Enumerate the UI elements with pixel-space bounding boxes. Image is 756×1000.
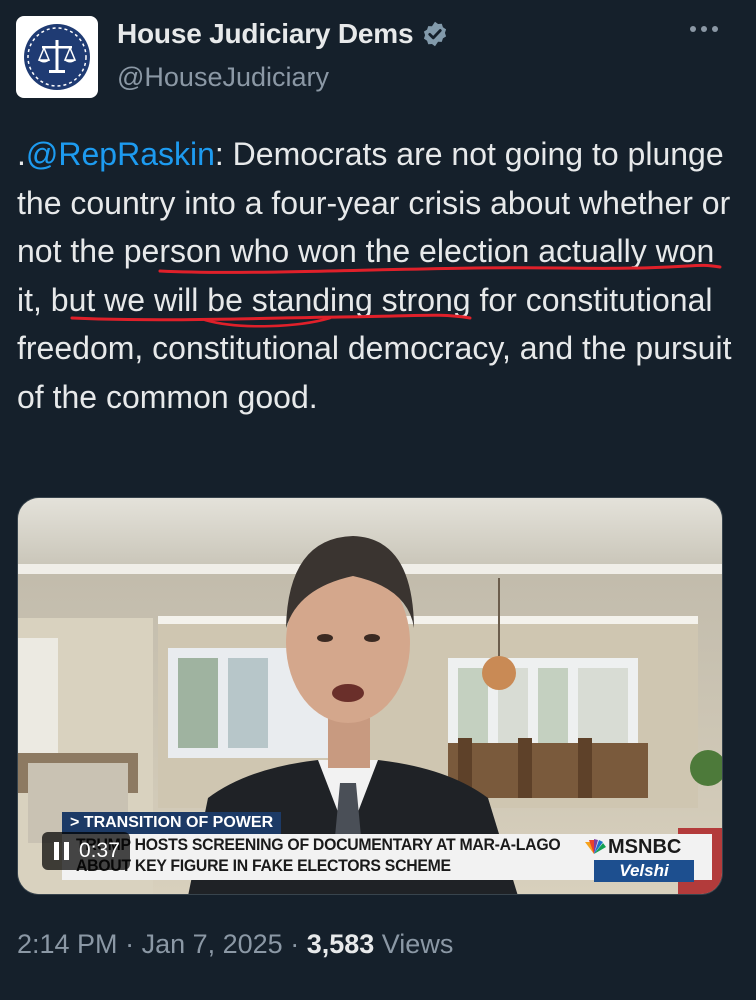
headline-line-2: ABOUT KEY FIGURE IN FAKE ELECTORS SCHEME [76,856,451,875]
tweet-text-part2: the [356,233,420,269]
account-handle[interactable]: @HouseJudiciary [117,62,329,93]
tweet-meta: 2:14 PM · Jan 7, 2025 · 3,583 Views [17,929,454,959]
pause-icon[interactable] [54,842,69,860]
show-name: Velshi [594,860,694,882]
lower-third-tag: > TRANSITION OF POWER [62,812,282,834]
peacock-icon [585,839,606,854]
display-name[interactable]: House Judiciary Dems [117,18,414,50]
more-options-icon[interactable] [690,26,718,32]
video-timer[interactable]: 0:37 [42,832,130,870]
tweet-text: .@RepRaskin: Democrats are not going to … [17,130,742,421]
tweet-text-part3: but we will be standing strong for const… [17,281,732,415]
verified-badge-icon [424,21,447,47]
tweet-prefix: . [17,136,26,172]
views-label: Views [381,929,454,959]
post-date[interactable]: Jan 7, 2025 [142,929,283,959]
views-count: 3,583 [306,929,375,959]
network-name: MSNBC [608,836,682,858]
elapsed-time: 0:37 [79,839,120,862]
avatar[interactable] [16,16,98,98]
headline-line-1: TRUMP HOSTS SCREENING OF DOCUMENTARY AT … [76,835,561,854]
post-time[interactable]: 2:14 PM [17,929,118,959]
video-player[interactable]: > TRANSITION OF POWER TRUMP HOSTS SCREEN… [17,497,723,895]
mention-link[interactable]: @RepRaskin [26,136,215,172]
scales-of-justice-icon [24,24,90,90]
